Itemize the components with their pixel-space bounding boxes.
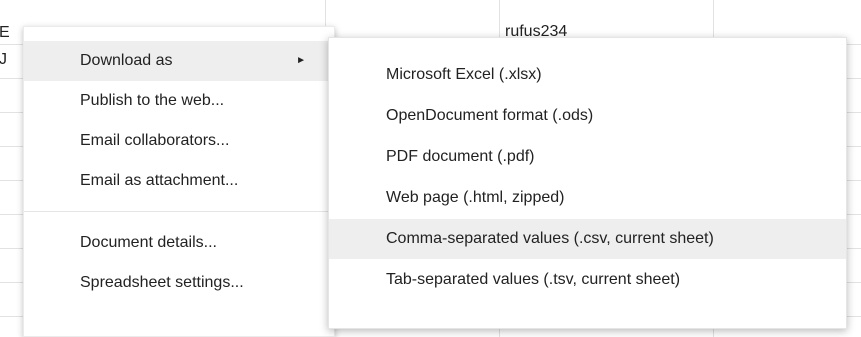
menu-item-label: Email as attachment...	[80, 172, 239, 189]
submenu-item-ods[interactable]: OpenDocument format (.ods)	[329, 96, 846, 136]
menu-item-label: Email collaborators...	[80, 132, 230, 149]
submenu-item-xlsx[interactable]: Microsoft Excel (.xlsx)	[329, 55, 846, 95]
submenu-item-label: Web page (.html, zipped)	[386, 189, 565, 206]
menu-item-publish-to-web[interactable]: Publish to the web...	[24, 81, 334, 121]
menu-item-label: Download as	[80, 52, 173, 69]
submenu-item-label: Comma-separated values (.csv, current sh…	[386, 230, 714, 247]
submenu-item-tsv[interactable]: Tab-separated values (.tsv, current shee…	[329, 260, 846, 300]
menu-item-spreadsheet-settings[interactable]: Spreadsheet settings...	[24, 263, 334, 303]
file-menu: Download as ► Publish to the web... Emai…	[23, 26, 335, 337]
submenu-item-html-zipped[interactable]: Web page (.html, zipped)	[329, 178, 846, 218]
submenu-item-label: Tab-separated values (.tsv, current shee…	[386, 271, 681, 288]
submenu-item-label: OpenDocument format (.ods)	[386, 107, 594, 124]
submenu-arrow-icon: ►	[296, 55, 306, 66]
menu-item-label: Document details...	[80, 234, 217, 251]
cell-a1[interactable]: E	[0, 24, 10, 42]
menu-item-document-details[interactable]: Document details...	[24, 223, 334, 263]
download-as-submenu: Microsoft Excel (.xlsx) OpenDocument for…	[328, 37, 847, 329]
menu-item-email-as-attachment[interactable]: Email as attachment...	[24, 161, 334, 201]
submenu-item-pdf[interactable]: PDF document (.pdf)	[329, 137, 846, 177]
menu-item-label: Publish to the web...	[80, 92, 225, 109]
spreadsheet-window: E J rufus234 Download as ► Publish to th…	[0, 0, 861, 337]
cell-a2[interactable]: J	[0, 51, 7, 69]
menu-item-label: Spreadsheet settings...	[80, 274, 244, 291]
submenu-item-label: Microsoft Excel (.xlsx)	[386, 66, 542, 83]
submenu-item-label: PDF document (.pdf)	[386, 148, 535, 165]
menu-item-email-collaborators[interactable]: Email collaborators...	[24, 121, 334, 161]
menu-separator	[24, 211, 334, 212]
submenu-item-csv[interactable]: Comma-separated values (.csv, current sh…	[329, 219, 846, 259]
menu-item-download-as[interactable]: Download as ►	[24, 41, 334, 81]
